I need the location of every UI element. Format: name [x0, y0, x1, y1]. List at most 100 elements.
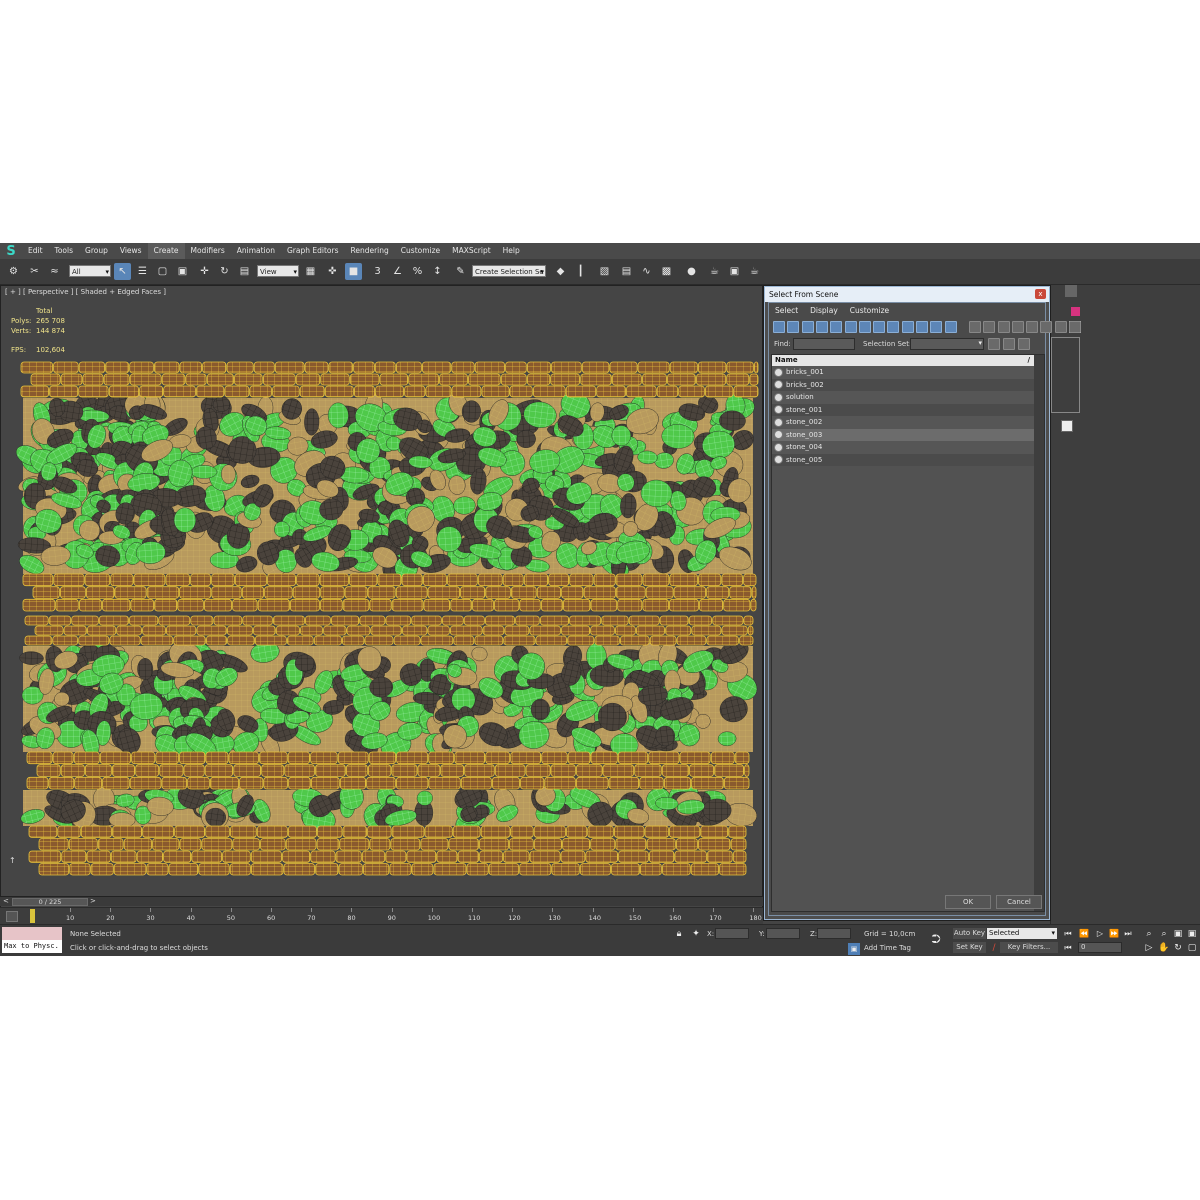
- bind-spacewarp-icon[interactable]: ≈: [46, 263, 63, 280]
- menu-graph-editors[interactable]: Graph Editors: [281, 243, 345, 259]
- time-slider-thumb[interactable]: 0 / 225: [12, 898, 88, 906]
- ribbon-icon[interactable]: ▤: [618, 263, 635, 280]
- menu-maxscript[interactable]: MAXScript: [446, 243, 497, 259]
- previous-frame-icon[interactable]: ⏪: [1078, 928, 1090, 939]
- find-case-icon[interactable]: [1069, 321, 1081, 333]
- cancel-button[interactable]: Cancel: [996, 895, 1042, 909]
- snap-3d-icon[interactable]: 3: [369, 263, 386, 280]
- invert-display-icon[interactable]: [983, 321, 996, 333]
- reference-coordinate-dropdown[interactable]: View: [257, 265, 299, 278]
- z-coordinate-field[interactable]: [817, 928, 851, 939]
- list-item[interactable]: stone_001: [772, 403, 1044, 416]
- maxscript-output[interactable]: Max to Physc.: [2, 940, 62, 953]
- dialog-menu-display[interactable]: Display: [810, 306, 838, 315]
- maximize-viewport-icon[interactable]: ▢: [1186, 942, 1198, 954]
- display-all-icon[interactable]: [944, 321, 957, 333]
- display-spacewarps-icon[interactable]: [844, 321, 857, 333]
- filter-icon[interactable]: [1054, 321, 1067, 333]
- object-color-swatch[interactable]: [1071, 307, 1080, 316]
- render-frame-icon[interactable]: ▣: [726, 263, 743, 280]
- list-item[interactable]: solution: [772, 391, 1044, 404]
- remove-from-set-icon[interactable]: [1018, 338, 1030, 350]
- menu-animation[interactable]: Animation: [231, 243, 281, 259]
- layer-icon[interactable]: ▧: [596, 263, 613, 280]
- add-to-set-icon[interactable]: [1003, 338, 1015, 350]
- key-icon[interactable]: ⮊: [930, 933, 942, 945]
- list-item[interactable]: bricks_001: [772, 366, 1044, 379]
- display-cameras-icon[interactable]: [815, 321, 828, 333]
- display-lights-icon[interactable]: [801, 321, 814, 333]
- link-icon[interactable]: ⚙: [5, 263, 22, 280]
- lock-icon[interactable]: 🔒︎: [673, 928, 685, 940]
- display-groups-icon[interactable]: [858, 321, 871, 333]
- sort-arrow-icon[interactable]: /: [1027, 355, 1030, 366]
- track-bar[interactable]: 10 20 30 40 50 60 70 80 90 100 110 120 130 140 150 160 1…: [0, 907, 763, 924]
- maxscript-listener[interactable]: Max to Physc.: [2, 927, 62, 953]
- menu-tools[interactable]: Tools: [49, 243, 79, 259]
- display-helpers-icon[interactable]: [830, 321, 843, 333]
- selection-filter-dropdown[interactable]: All: [69, 265, 111, 278]
- align-icon[interactable]: ┃: [572, 263, 589, 280]
- schematic-icon[interactable]: ▩: [658, 263, 675, 280]
- panel-tab-icon[interactable]: [1065, 285, 1077, 297]
- display-bones-icon[interactable]: [887, 321, 900, 333]
- mini-curve-editor-icon[interactable]: [6, 911, 18, 922]
- go-to-end-icon[interactable]: ⏭: [1122, 928, 1134, 939]
- select-all-icon[interactable]: [1011, 321, 1024, 333]
- absolute-mode-icon[interactable]: ✦: [690, 928, 702, 940]
- menu-group[interactable]: Group: [79, 243, 114, 259]
- save-selection-set-icon[interactable]: [988, 338, 1000, 350]
- named-selection-set-dropdown[interactable]: Create Selection Se: [472, 265, 546, 278]
- select-manipulate-icon[interactable]: ✜: [324, 263, 341, 280]
- y-coordinate-field[interactable]: [766, 928, 800, 939]
- display-shapes-icon[interactable]: [787, 321, 800, 333]
- zoom-icon[interactable]: ⌕: [1143, 928, 1155, 940]
- curve-editor-icon[interactable]: ∿: [638, 263, 655, 280]
- column-header-name[interactable]: Name /: [772, 355, 1044, 366]
- next-frame-icon[interactable]: ⏩: [1108, 928, 1120, 939]
- ok-button[interactable]: OK: [945, 895, 991, 909]
- key-filters-button[interactable]: Key Filters...: [1000, 942, 1058, 953]
- window-crossing-icon[interactable]: ▣: [174, 263, 191, 280]
- menu-rendering[interactable]: Rendering: [344, 243, 394, 259]
- display-frozen-icon[interactable]: [916, 321, 928, 333]
- menu-edit[interactable]: Edit: [22, 243, 49, 259]
- render-setup-icon[interactable]: ☕: [706, 263, 723, 280]
- close-icon[interactable]: x: [1035, 289, 1046, 299]
- list-item[interactable]: stone_003: [772, 428, 1044, 441]
- rotate-icon[interactable]: ↻: [216, 263, 233, 280]
- field-of-view-icon[interactable]: ▷: [1143, 942, 1155, 954]
- key-mode-dropdown[interactable]: Selected: [987, 928, 1057, 939]
- dialog-menu-select[interactable]: Select: [775, 306, 798, 315]
- set-key-button[interactable]: Set Key: [953, 942, 986, 953]
- display-none-icon[interactable]: [968, 321, 981, 333]
- display-containers-icon[interactable]: [901, 321, 914, 333]
- zoom-extents-icon[interactable]: ▣: [1172, 928, 1184, 940]
- pan-icon[interactable]: ✋: [1158, 942, 1170, 954]
- angle-snap-icon[interactable]: ∠: [389, 263, 406, 280]
- material-editor-icon[interactable]: ●: [683, 263, 700, 280]
- sync-selection-icon[interactable]: [997, 321, 1010, 333]
- select-none-icon[interactable]: [1026, 321, 1039, 333]
- display-geometry-icon[interactable]: [773, 321, 785, 333]
- time-prev-arrow[interactable]: <: [3, 897, 9, 905]
- move-icon[interactable]: ✛: [196, 263, 213, 280]
- spinner-snap-icon[interactable]: ↕: [429, 263, 446, 280]
- current-frame-field[interactable]: 0: [1078, 942, 1122, 953]
- dialog-menu-customize[interactable]: Customize: [850, 306, 889, 315]
- perspective-viewport[interactable]: [ + ] [ Perspective ] [ Shaded + Edged F…: [0, 285, 763, 937]
- zoom-all-icon[interactable]: ⌕: [1158, 928, 1170, 940]
- menu-create[interactable]: Create: [147, 243, 185, 259]
- pivot-icon[interactable]: ▦: [302, 263, 319, 280]
- list-scrollbar[interactable]: [1034, 355, 1044, 911]
- play-icon[interactable]: ▷: [1094, 928, 1106, 939]
- display-xrefs-icon[interactable]: [873, 321, 886, 333]
- named-selection-icon[interactable]: ✎: [452, 263, 469, 280]
- menu-views[interactable]: Views: [114, 243, 148, 259]
- viewport-label[interactable]: [ + ] [ Perspective ] [ Shaded + Edged F…: [5, 288, 166, 296]
- menu-modifiers[interactable]: Modifiers: [185, 243, 231, 259]
- select-invert-icon[interactable]: [1040, 321, 1053, 333]
- go-to-start-icon[interactable]: ⏮: [1062, 928, 1074, 939]
- time-tag-icon[interactable]: ▣: [848, 943, 860, 955]
- render-icon[interactable]: ☕: [746, 263, 763, 280]
